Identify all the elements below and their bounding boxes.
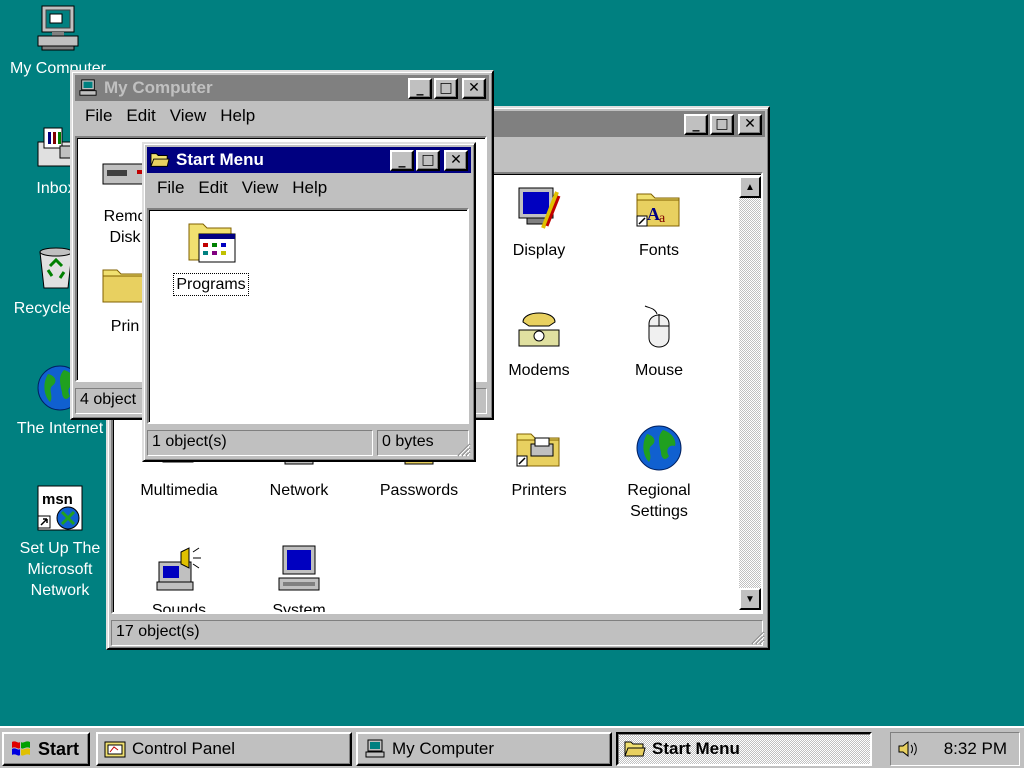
mouse-icon (633, 302, 685, 354)
taskbar: Start Control Panel My Computer Start Me… (0, 726, 1024, 768)
cpl-item-mouse[interactable]: Mouse (599, 302, 719, 381)
close-button[interactable]: ✕ (738, 113, 762, 135)
item-label: Fonts (638, 242, 679, 259)
taskbar-button-start-menu[interactable]: Start Menu (616, 732, 872, 766)
menu-file[interactable]: File (157, 178, 184, 198)
sm-item-programs[interactable]: Programs (151, 216, 271, 296)
item-label: Multimedia (140, 482, 218, 499)
cpl-item-modems[interactable]: Modems (479, 302, 599, 381)
cpl-item-system[interactable]: System (239, 542, 359, 614)
cpl-item-printers[interactable]: Printers (479, 422, 599, 501)
item-label: Regional Settings (627, 482, 691, 520)
windows-logo-icon (10, 739, 32, 759)
cpl-item-sounds[interactable]: Sounds (119, 542, 239, 614)
computer-icon (364, 739, 386, 759)
vertical-scrollbar[interactable]: ▲ ▼ (739, 176, 761, 610)
my-computer-menubar: File Edit View Help (75, 101, 489, 131)
modem-phone-icon (513, 302, 565, 354)
menu-help[interactable]: Help (292, 178, 327, 198)
computer-icon (78, 79, 98, 97)
display-icon (513, 182, 565, 234)
menu-edit[interactable]: Edit (126, 106, 155, 126)
maximize-button[interactable]: □ (434, 77, 458, 99)
item-label: Programs (173, 273, 249, 296)
status-object-count: 17 object(s) (111, 620, 763, 646)
desktop-icon-label: The Internet (16, 420, 104, 437)
taskbar-button-control-panel[interactable]: Control Panel (96, 732, 352, 766)
start-menu-statusbar: 1 object(s) 0 bytes (147, 430, 469, 456)
taskbar-button-label: Start Menu (652, 739, 740, 758)
system-computer-icon (273, 542, 325, 594)
maximize-button[interactable]: □ (710, 113, 734, 135)
globe-icon (633, 422, 685, 474)
taskbar-button-my-computer[interactable]: My Computer (356, 732, 612, 766)
menu-view[interactable]: View (242, 178, 279, 198)
computer-icon (32, 2, 84, 54)
minimize-button[interactable]: _ (684, 113, 708, 135)
clock[interactable]: 8:32 PM (944, 739, 1007, 759)
control-panel-statusbar: 17 object(s) (111, 620, 763, 646)
msn-icon (34, 482, 86, 534)
scroll-down-button[interactable]: ▼ (739, 588, 761, 610)
programs-folder-icon (185, 216, 237, 268)
start-menu-content: Programs (147, 208, 469, 424)
close-button[interactable]: ✕ (444, 149, 468, 171)
folder-open-icon (624, 739, 646, 759)
desktop-icon-msn-setup[interactable]: Set Up The Microsoft Network (10, 482, 110, 601)
menu-edit[interactable]: Edit (198, 178, 227, 198)
minimize-button[interactable]: _ (408, 77, 432, 99)
cpl-item-regional-settings[interactable]: Regional Settings (599, 422, 719, 522)
sounds-icon (153, 542, 205, 594)
cpl-item-display[interactable]: Display (479, 182, 599, 261)
maximize-button[interactable]: □ (416, 149, 440, 171)
control-panel-icon (104, 739, 126, 759)
folder-open-icon (150, 151, 170, 169)
my-computer-titlebar[interactable]: My Computer _ □ ✕ (75, 75, 489, 101)
menu-help[interactable]: Help (220, 106, 255, 126)
start-menu-window[interactable]: Start Menu _ □ ✕ File Edit View Help Pro… (142, 142, 476, 462)
speaker-volume-icon[interactable] (897, 739, 919, 759)
start-button[interactable]: Start (2, 732, 90, 766)
item-label: Display (512, 242, 566, 259)
window-title: Start Menu (176, 150, 264, 169)
window-title: My Computer (104, 78, 213, 97)
item-label: Printers (511, 482, 567, 499)
taskbar-button-label: My Computer (392, 739, 495, 758)
minimize-button[interactable]: _ (390, 149, 414, 171)
scroll-up-button[interactable]: ▲ (739, 176, 761, 198)
item-label: Mouse (634, 362, 684, 379)
fonts-folder-icon (633, 182, 685, 234)
start-menu-titlebar[interactable]: Start Menu _ □ ✕ (147, 147, 471, 173)
resize-grip-icon[interactable] (455, 441, 471, 457)
item-label: Remo Disk (103, 208, 147, 246)
printers-folder-icon (513, 422, 565, 474)
cpl-item-fonts[interactable]: Fonts (599, 182, 719, 261)
item-label: System (272, 602, 326, 614)
desktop-icon-label: Set Up The Microsoft Network (19, 540, 101, 599)
item-label: Sounds (151, 602, 207, 614)
taskbar-button-label: Control Panel (132, 739, 236, 758)
item-label: Prin (110, 318, 140, 335)
resize-grip-icon[interactable] (749, 629, 765, 645)
desktop-icon-my-computer[interactable]: My Computer (8, 2, 108, 79)
close-button[interactable]: ✕ (462, 77, 486, 99)
item-label: Passwords (379, 482, 459, 499)
system-tray: 8:32 PM (890, 732, 1020, 766)
status-object-count: 1 object(s) (147, 430, 373, 456)
menu-view[interactable]: View (170, 106, 207, 126)
start-label: Start (38, 738, 80, 759)
item-label: Modems (508, 362, 570, 379)
menu-file[interactable]: File (85, 106, 112, 126)
item-label: Network (269, 482, 329, 499)
start-menu-menubar: File Edit View Help (147, 173, 471, 203)
